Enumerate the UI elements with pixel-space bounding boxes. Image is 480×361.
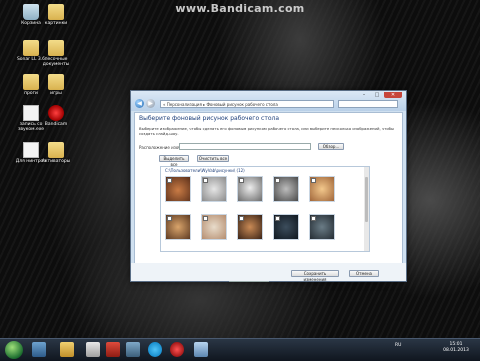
desktop-icon-activators[interactable]: Активаторы bbox=[36, 142, 76, 164]
scrollbar-thumb[interactable] bbox=[365, 177, 368, 222]
bandicam-taskbar-icon[interactable] bbox=[170, 342, 184, 357]
folder-taskbar-icon[interactable] bbox=[60, 342, 74, 357]
explorer-taskbar-icon[interactable] bbox=[32, 342, 46, 357]
wallpaper-thumbnail[interactable] bbox=[165, 176, 191, 202]
gallery-scrollbar[interactable] bbox=[364, 167, 369, 251]
bandicam-icon bbox=[48, 105, 64, 121]
desktop-icon-label: Активаторы bbox=[41, 159, 71, 164]
page-title: Выберите фоновый рисунок рабочего стола bbox=[139, 115, 280, 122]
desktop-icon-bandicam[interactable]: Bandicam bbox=[36, 105, 76, 127]
image-gallery: C:\Пользователи\WyVab\рисунки\ (12) bbox=[160, 166, 370, 252]
forward-arrow-icon[interactable]: ▶ bbox=[146, 99, 155, 108]
content-pane: Выберите фоновый рисунок рабочего стола … bbox=[134, 112, 403, 282]
wallpaper-thumbnail[interactable] bbox=[309, 214, 335, 240]
search-input[interactable] bbox=[338, 100, 398, 108]
select-all-button[interactable]: Выделить все bbox=[159, 155, 189, 167]
save-changes-button[interactable]: Сохранить изменения bbox=[291, 270, 339, 282]
wallpaper-thumbnail[interactable] bbox=[273, 176, 299, 202]
desktop-icon-pictures[interactable]: картинки bbox=[36, 4, 76, 26]
location-select[interactable] bbox=[179, 143, 311, 150]
page-description: Выберите изображение, чтобы сделать его … bbox=[139, 126, 394, 136]
address-bar[interactable]: « Персонализация ▸ Фоновый рисунок рабоч… bbox=[160, 100, 334, 108]
checkbox[interactable] bbox=[275, 178, 280, 183]
title-bar: ◀ ▶ « Персонализация ▸ Фоновый рисунок р… bbox=[131, 91, 406, 111]
desktop-icon-games[interactable]: игры bbox=[36, 74, 76, 96]
wallpaper-thumbnail[interactable] bbox=[201, 214, 227, 240]
maximize-button[interactable]: □ bbox=[371, 92, 383, 98]
checkbox[interactable] bbox=[311, 178, 316, 183]
system-clock[interactable]: 15:01 08.01.2013 bbox=[438, 342, 474, 354]
desktop-icon-label: песочные документы bbox=[42, 57, 70, 67]
back-arrow-icon[interactable]: ◀ bbox=[135, 99, 144, 108]
wallpaper-thumbnail[interactable] bbox=[201, 176, 227, 202]
folder-icon bbox=[48, 4, 64, 20]
clear-all-button[interactable]: Очистить все bbox=[197, 155, 229, 162]
wallpaper-thumbnail[interactable] bbox=[309, 176, 335, 202]
language-indicator[interactable]: RU bbox=[395, 343, 401, 348]
yandex-taskbar-icon[interactable] bbox=[86, 342, 100, 357]
steam-taskbar-icon[interactable] bbox=[126, 342, 140, 357]
folder-icon bbox=[48, 74, 64, 90]
start-button[interactable] bbox=[5, 341, 23, 359]
desktop-icon-label: игры bbox=[50, 91, 62, 96]
browse-button[interactable]: Обзор... bbox=[318, 143, 344, 150]
checkbox[interactable] bbox=[311, 216, 316, 221]
clock-date: 08.01.2013 bbox=[443, 348, 469, 353]
cancel-button[interactable]: Отмена bbox=[349, 270, 379, 277]
checkbox[interactable] bbox=[275, 216, 280, 221]
wallpaper-thumbnail[interactable] bbox=[165, 214, 191, 240]
folder-icon bbox=[48, 40, 64, 56]
skype-taskbar-icon[interactable] bbox=[148, 342, 162, 357]
wallpaper-thumbnail[interactable] bbox=[237, 176, 263, 202]
taskbar: RU 15:01 08.01.2013 bbox=[0, 338, 480, 361]
desktop-icon-label: Bandicam bbox=[44, 122, 68, 127]
checkbox[interactable] bbox=[239, 216, 244, 221]
desktop-icon-documents[interactable]: песочные документы bbox=[36, 40, 76, 67]
app-taskbar-icon[interactable] bbox=[106, 342, 120, 357]
dialog-footer: Сохранить изменения Отмена bbox=[131, 263, 406, 282]
desktop-icon-label: картинки bbox=[44, 21, 68, 26]
control-panel-taskbar-icon[interactable] bbox=[194, 342, 208, 357]
wallpaper-thumbnail[interactable] bbox=[273, 214, 299, 240]
desktop-background-window: ◀ ▶ « Персонализация ▸ Фоновый рисунок р… bbox=[130, 90, 407, 282]
checkbox[interactable] bbox=[167, 178, 172, 183]
checkbox[interactable] bbox=[239, 178, 244, 183]
gallery-folder-label: C:\Пользователи\WyVab\рисунки\ (12) bbox=[165, 168, 245, 173]
checkbox[interactable] bbox=[167, 216, 172, 221]
checkbox[interactable] bbox=[203, 178, 208, 183]
checkbox[interactable] bbox=[203, 216, 208, 221]
folder-icon bbox=[48, 142, 64, 158]
minimize-button[interactable]: – bbox=[358, 92, 370, 98]
close-button[interactable]: ✕ bbox=[384, 92, 402, 98]
wallpaper-thumbnail[interactable] bbox=[237, 214, 263, 240]
